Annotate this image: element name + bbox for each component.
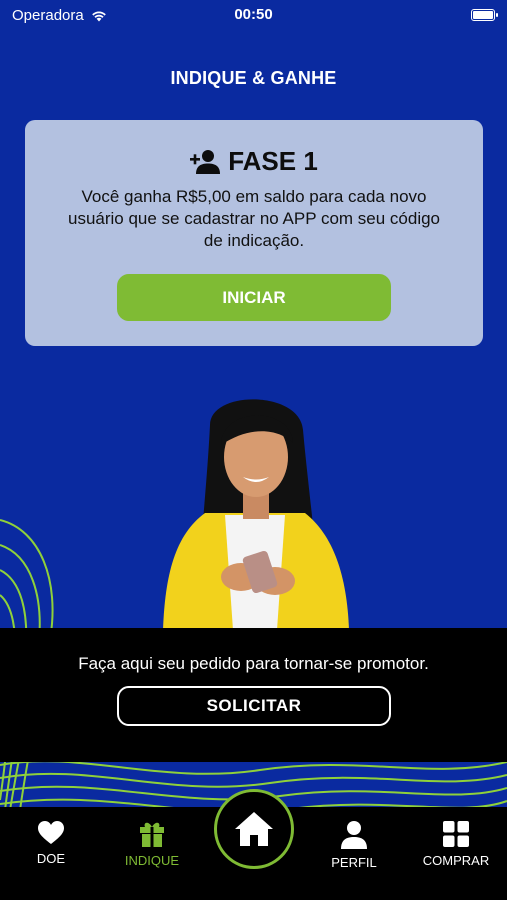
phase-title: FASE 1 xyxy=(228,146,318,176)
battery-icon xyxy=(471,9,498,21)
phase-description: Você ganha R$5,00 em saldo para cada nov… xyxy=(67,187,441,250)
start-button[interactable]: INICIAR xyxy=(117,274,391,321)
woman-with-phone-image xyxy=(163,399,349,630)
nav-label-doe: DOE xyxy=(36,851,66,866)
promoter-banner: Faça aqui seu pedido para tornar-se prom… xyxy=(0,628,507,762)
nav-item-doe[interactable]: DOE xyxy=(6,821,96,866)
status-bar: Operadora 00:50 xyxy=(0,0,507,30)
nav-label-indique: INDIQUE xyxy=(124,853,180,868)
bottom-nav: DOE INDIQUE PERFIL COMPRAR xyxy=(0,789,507,900)
promoter-text: Faça aqui seu pedido para tornar-se prom… xyxy=(78,654,429,673)
user-icon xyxy=(341,821,367,849)
nav-label-perfil: PERFIL xyxy=(331,855,377,870)
app-screen: Operadora 00:50 INDIQUE & GANHE FASE 1 V… xyxy=(0,0,507,900)
gift-icon xyxy=(140,822,164,847)
page-title: INDIQUE & GANHE xyxy=(170,68,337,88)
add-user-icon xyxy=(190,149,221,174)
grid-icon xyxy=(443,821,469,847)
phase-card: FASE 1 Você ganha R$5,00 em saldo para c… xyxy=(25,120,483,346)
home-icon xyxy=(235,812,273,846)
nav-item-comprar[interactable]: COMPRAR xyxy=(411,821,501,868)
heart-icon xyxy=(38,821,64,844)
nav-item-perfil[interactable]: PERFIL xyxy=(309,821,399,870)
home-button[interactable] xyxy=(214,789,294,869)
nav-item-indique[interactable]: INDIQUE xyxy=(107,821,197,868)
phase-card-header: FASE 1 xyxy=(25,146,483,177)
clock: 00:50 xyxy=(234,6,273,23)
nav-label-comprar: COMPRAR xyxy=(422,853,490,868)
request-button[interactable]: SOLICITAR xyxy=(117,686,391,726)
